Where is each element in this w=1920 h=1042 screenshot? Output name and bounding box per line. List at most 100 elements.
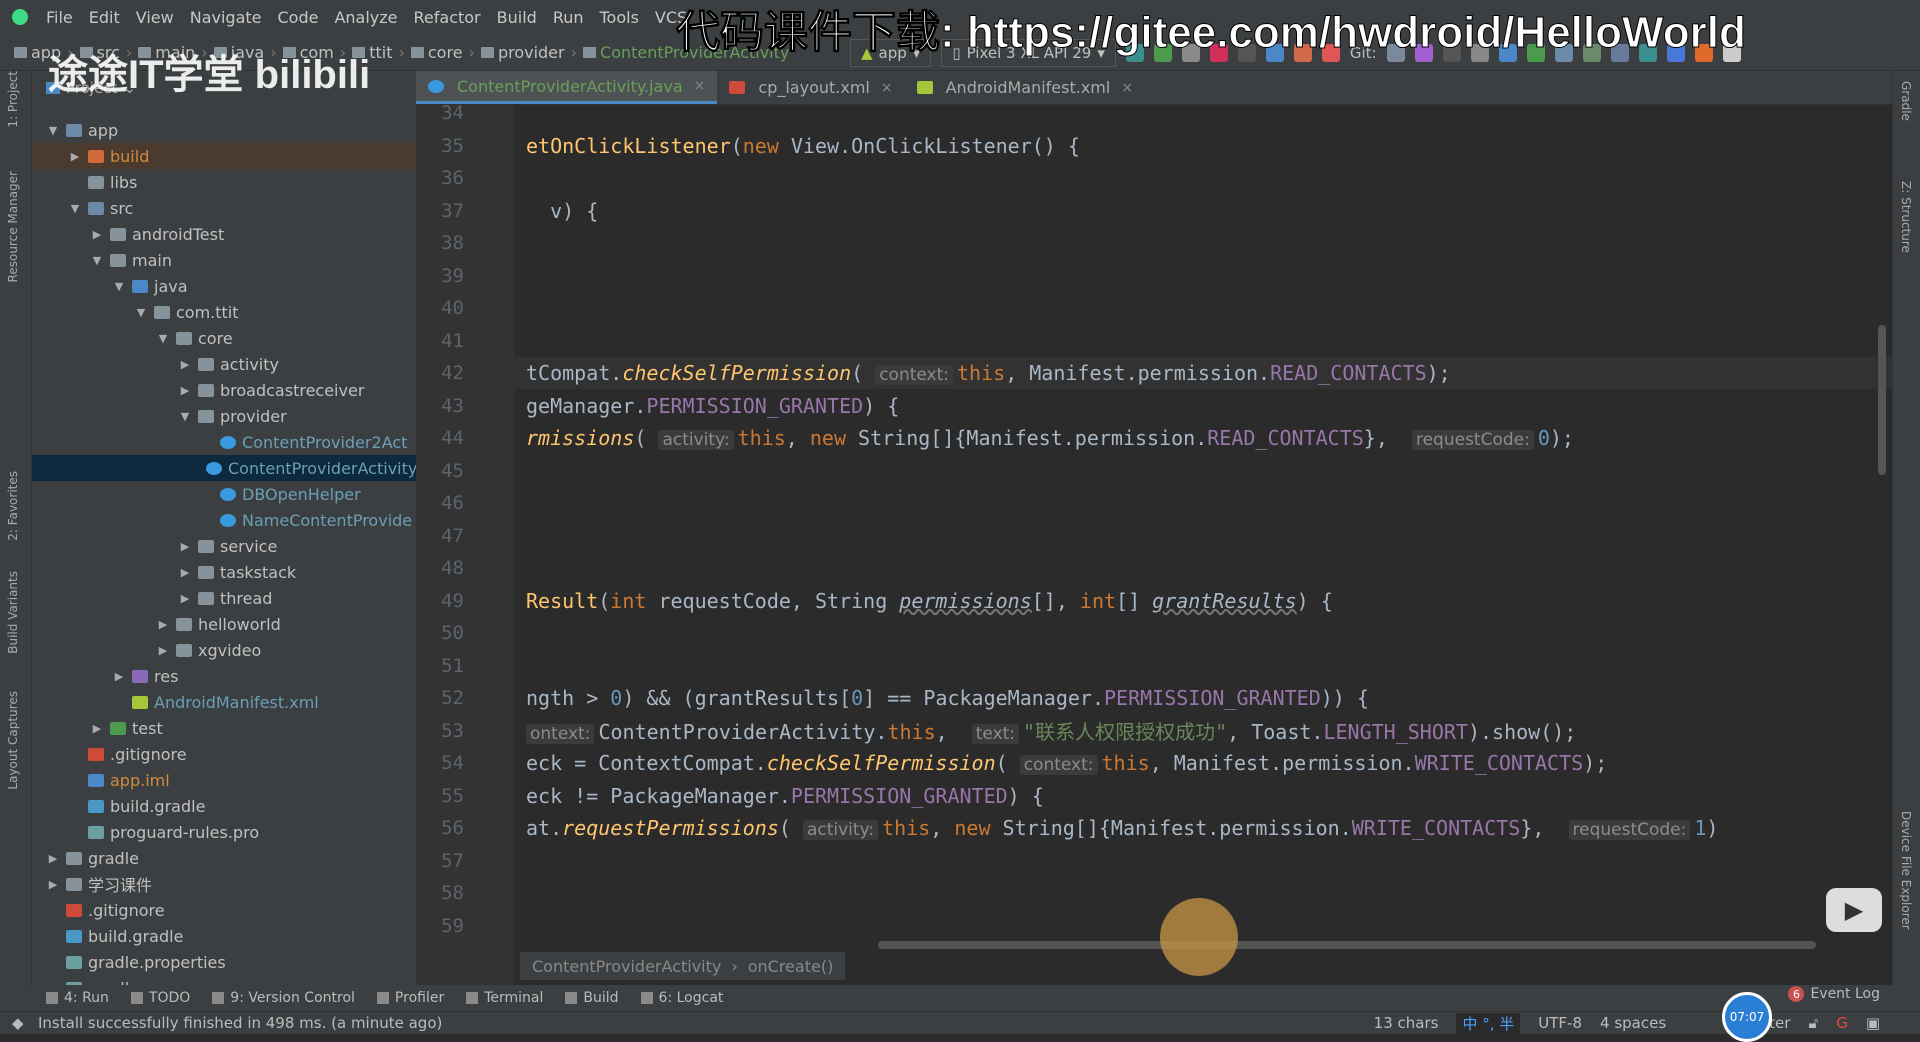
menu-run[interactable]: Run	[553, 8, 584, 27]
menu-refactor[interactable]: Refactor	[414, 8, 481, 27]
expand-right-icon[interactable]: ▶	[156, 644, 170, 657]
breadcrumb-method[interactable]: onCreate()	[748, 957, 834, 976]
code-line[interactable]: 52 ngth > 0) && (grantResults[0] == Packa…	[416, 682, 1892, 714]
tree-item[interactable]: .gitignore	[32, 897, 416, 923]
tree-item[interactable]: ▶ gradle	[32, 845, 416, 871]
expand-right-icon[interactable]: ▶	[178, 566, 192, 579]
tree-item[interactable]: ▶ helloworld	[32, 611, 416, 637]
tab-androidmanifest-xml[interactable]: AndroidManifest.xml ×	[905, 71, 1145, 104]
code-line[interactable]: 54 eck = ContextCompat.checkSelfPermissio…	[416, 747, 1892, 779]
expand-right-icon[interactable]: ▶	[178, 592, 192, 605]
code-line[interactable]: 39	[416, 260, 1892, 292]
expand-right-icon[interactable]: ▶	[178, 540, 192, 553]
video-play-icon[interactable]: ▶	[1826, 888, 1882, 932]
file-encoding[interactable]: UTF-8	[1538, 1014, 1582, 1032]
indent-setting[interactable]: 4 spaces	[1600, 1014, 1666, 1032]
tool-window-6-logcat[interactable]: 6: Logcat	[640, 990, 723, 1006]
expand-down-icon[interactable]: ▼	[134, 306, 148, 319]
close-tab-icon[interactable]: ×	[694, 78, 706, 94]
code-editor[interactable]: 34 35 etOnClickListener(new View.OnClickLi…	[416, 105, 1892, 985]
code-line[interactable]: 35 etOnClickListener(new View.OnClickList…	[416, 130, 1892, 162]
tree-item[interactable]: ▼ java	[32, 273, 416, 299]
tab-contentprovideractivity-java[interactable]: ContentProviderActivity.java ×	[416, 71, 718, 104]
tree-item[interactable]: NameContentProvide	[32, 507, 416, 533]
tool-window-todo[interactable]: TODO	[130, 990, 190, 1006]
tool-window-4-run[interactable]: 4: Run	[46, 990, 109, 1006]
tool-window-9-version-control[interactable]: 9: Version Control	[212, 990, 355, 1006]
code-line[interactable]: 50	[416, 617, 1892, 649]
tool-stripe-resource-manager[interactable]: Resource Manager	[6, 171, 20, 282]
expand-right-icon[interactable]: ▶	[90, 228, 104, 241]
code-line[interactable]: 51	[416, 650, 1892, 682]
tool-stripe-layout-captures[interactable]: Layout Captures	[6, 691, 20, 790]
menu-build[interactable]: Build	[497, 8, 537, 27]
tree-item[interactable]: ▶ build	[32, 143, 416, 169]
code-line[interactable]: 58	[416, 877, 1892, 909]
expand-right-icon[interactable]: ▶	[112, 670, 126, 683]
expand-down-icon[interactable]: ▼	[68, 202, 82, 215]
breadcrumb-item[interactable]: core ›	[410, 43, 481, 62]
menu-file[interactable]: File	[46, 8, 73, 27]
breadcrumb-class[interactable]: ContentProviderActivity	[532, 957, 721, 976]
code-line[interactable]: 49 Result(int requestCode, String permiss…	[416, 585, 1892, 617]
code-line[interactable]: 48	[416, 552, 1892, 584]
tree-item[interactable]: ContentProviderActivity	[32, 455, 417, 481]
tree-item[interactable]: build.gradle	[32, 793, 416, 819]
tree-item[interactable]: ▶ res	[32, 663, 416, 689]
tree-item[interactable]: libs	[32, 169, 416, 195]
tree-item[interactable]: proguard-rules.pro	[32, 819, 416, 845]
tree-item[interactable]: ▼ com.ttit	[32, 299, 416, 325]
tree-item[interactable]: ▼ src	[32, 195, 416, 221]
expand-right-icon[interactable]: ▶	[46, 878, 60, 891]
expand-right-icon[interactable]: ▶	[90, 722, 104, 735]
tree-item[interactable]: gradle.properties	[32, 949, 416, 975]
menu-navigate[interactable]: Navigate	[190, 8, 262, 27]
code-line[interactable]: 41	[416, 325, 1892, 357]
code-line[interactable]: 36	[416, 162, 1892, 194]
tool-window-build[interactable]: Build	[565, 990, 619, 1006]
code-line[interactable]: 37 v) {	[416, 195, 1892, 227]
tree-item[interactable]: ▶ thread	[32, 585, 416, 611]
tree-item[interactable]: build.gradle	[32, 923, 416, 949]
tree-item[interactable]: ▶ 学习课件	[32, 871, 416, 897]
status-message[interactable]: Install successfully finished in 498 ms.…	[38, 1014, 442, 1032]
tool-stripe-1-project[interactable]: 1: Project	[6, 71, 20, 128]
tool-window-profiler[interactable]: Profiler	[376, 990, 444, 1006]
code-line[interactable]: 38	[416, 227, 1892, 259]
code-line[interactable]: 46	[416, 487, 1892, 519]
expand-right-icon[interactable]: ▶	[178, 358, 192, 371]
editor-vertical-scrollbar[interactable]	[1878, 325, 1886, 475]
tree-item[interactable]: ▶ test	[32, 715, 416, 741]
code-line[interactable]: 40	[416, 292, 1892, 324]
tree-item[interactable]: ▶ service	[32, 533, 416, 559]
expand-right-icon[interactable]: ▶	[156, 618, 170, 631]
tree-item[interactable]: DBOpenHelper	[32, 481, 416, 507]
tool-window-terminal[interactable]: Terminal	[466, 990, 543, 1006]
tool-stripe-gradle[interactable]: Gradle	[1899, 81, 1913, 121]
tool-stripe-device-file-explorer[interactable]: Device File Explorer	[1899, 811, 1913, 930]
tool-stripe-2-favorites[interactable]: 2: Favorites	[6, 471, 20, 541]
code-line[interactable]: 43 geManager.PERMISSION_GRANTED) {	[416, 390, 1892, 422]
expand-down-icon[interactable]: ▼	[46, 124, 60, 137]
tree-item[interactable]: ▼ app	[32, 117, 416, 143]
code-line[interactable]: 57	[416, 845, 1892, 877]
tree-item[interactable]: ▶ xgvideo	[32, 637, 416, 663]
tree-item[interactable]: ▶ broadcastreceiver	[32, 377, 416, 403]
menu-edit[interactable]: Edit	[89, 8, 120, 27]
editor-horizontal-scrollbar[interactable]	[878, 941, 1816, 949]
code-line[interactable]: 47	[416, 520, 1892, 552]
code-line[interactable]: 53 ontext: ContentProviderActivity.this, t…	[416, 715, 1892, 747]
lock-icon[interactable]: 🔓︎	[1808, 1014, 1818, 1032]
tool-stripe-z-structure[interactable]: Z: Structure	[1899, 181, 1913, 253]
close-tab-icon[interactable]: ×	[881, 80, 893, 96]
tree-item[interactable]: ▶ activity	[32, 351, 416, 377]
tree-item[interactable]: ▶ taskstack	[32, 559, 416, 585]
menu-tools[interactable]: Tools	[600, 8, 639, 27]
tree-item[interactable]: app.iml	[32, 767, 416, 793]
expand-down-icon[interactable]: ▼	[156, 332, 170, 345]
menu-code[interactable]: Code	[278, 8, 319, 27]
tree-item[interactable]: ▶ androidTest	[32, 221, 416, 247]
ime-indicator[interactable]: 中 °, 半	[1456, 1012, 1521, 1034]
tab-cp-layout-xml[interactable]: cp_layout.xml ×	[717, 71, 904, 104]
code-line[interactable]: 45	[416, 455, 1892, 487]
